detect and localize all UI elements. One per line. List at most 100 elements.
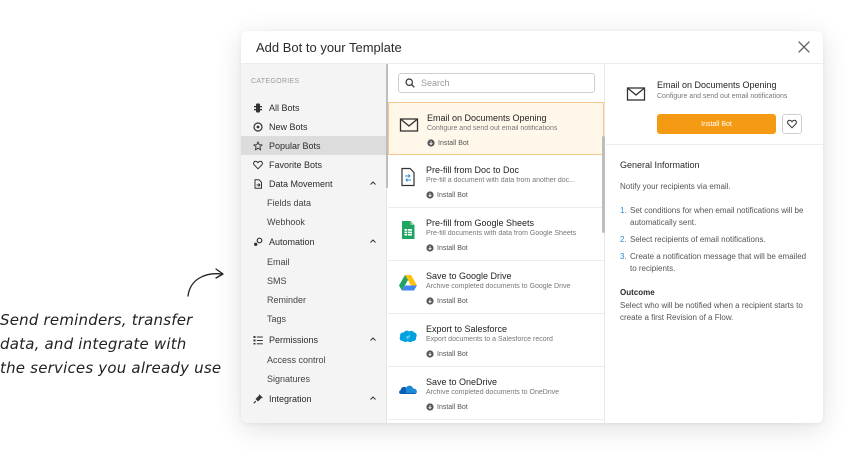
search-box — [398, 73, 595, 93]
install-bot-link[interactable]: Install Bot — [426, 403, 468, 411]
bot-description: Pre-fill documents with data from Google… — [426, 230, 577, 237]
annotation-line: data, and integrate with — [0, 335, 187, 353]
general-information-title: General Information — [620, 160, 700, 170]
automation-icon — [253, 237, 263, 247]
sidebar-subitem-email[interactable]: Email — [267, 257, 290, 267]
sidebar-item-label: Favorite Bots — [269, 159, 323, 170]
bot-item-pre-fill-doc-to-doc[interactable]: Pre-fill from Doc to Doc Pre-fill a docu… — [388, 155, 604, 208]
sidebar-item-permissions[interactable]: Permissions — [241, 330, 387, 349]
detail-title: Email on Documents Opening — [657, 80, 777, 90]
install-bot-link[interactable]: Install Bot — [426, 191, 468, 199]
sidebar-item-label: Permissions — [269, 334, 319, 345]
sidebar-item-favorite-bots[interactable]: Favorite Bots — [241, 155, 387, 174]
chevron-up-icon[interactable] — [369, 335, 377, 343]
bot-item-pre-fill-google-sheets[interactable]: Pre-fill from Google Sheets Pre-fill doc… — [388, 208, 604, 261]
outcome-title: Outcome — [620, 288, 655, 297]
data-movement-icon — [253, 178, 263, 189]
bot-detail-panel: Email on Documents Opening Configure and… — [606, 64, 823, 423]
sidebar-item-label: Integration — [269, 393, 312, 404]
bot-title: Pre-fill from Google Sheets — [426, 218, 535, 228]
sidebar-subitem-reminder[interactable]: Reminder — [267, 295, 306, 305]
chevron-up-icon[interactable] — [369, 394, 377, 402]
categories-heading: CATEGORIES — [251, 78, 300, 85]
install-bot-label: Install Bot — [437, 297, 468, 305]
bot-description: Archive completed documents to Google Dr… — [426, 283, 571, 290]
sidebar-item-new-bots[interactable]: New Bots — [241, 117, 387, 136]
stage: Send reminders, transfer data, and integ… — [0, 0, 863, 471]
sidebar-subitem-webhook[interactable]: Webhook — [267, 217, 305, 227]
bot-title: Email on Documents Opening — [427, 113, 547, 123]
sidebar-item-automation[interactable]: Automation — [241, 232, 387, 251]
sidebar-item-label: New Bots — [269, 121, 308, 132]
install-bot-button[interactable]: Install Bot — [657, 114, 776, 134]
sidebar-item-label: Automation — [269, 236, 315, 247]
setup-steps-list: 1. Set conditions for when email notifica… — [620, 205, 810, 280]
favorite-button[interactable] — [782, 114, 802, 134]
bot-item-save-to-google-drive[interactable]: Save to Google Drive Archive completed d… — [388, 261, 604, 314]
list-item: 2. Select recipients of email notificatio… — [620, 234, 810, 246]
annotation-line: the services you already use — [0, 359, 222, 377]
doc-to-doc-icon — [401, 167, 415, 187]
google-sheets-icon — [402, 221, 415, 239]
sidebar-item-label: Data Movement — [269, 178, 333, 189]
search-input[interactable] — [421, 78, 591, 88]
sidebar-subitem-sms[interactable]: SMS — [267, 276, 287, 286]
bot-title: Pre-fill from Doc to Doc — [426, 165, 520, 175]
bot-icon — [253, 103, 263, 113]
download-icon — [426, 244, 434, 252]
permissions-icon — [253, 335, 263, 345]
download-icon — [426, 191, 434, 199]
sidebar-item-popular-bots[interactable]: Popular Bots — [241, 136, 387, 155]
curved-arrow-icon — [187, 268, 224, 297]
install-bot-label: Install Bot — [437, 191, 468, 199]
list-item: 1. Set conditions for when email notifica… — [620, 205, 810, 229]
annotation-text: Send reminders, transfer data, and integ… — [0, 308, 225, 380]
bot-title: Save to Google Drive — [426, 271, 512, 281]
sidebar-item-data-movement[interactable]: Data Movement — [241, 174, 387, 193]
bot-description: Archive completed documents to OneDrive — [426, 389, 560, 396]
step-number: 2. — [620, 235, 627, 244]
download-icon — [426, 350, 434, 358]
onedrive-icon — [399, 385, 417, 394]
search-icon — [405, 78, 415, 88]
chevron-up-icon[interactable] — [369, 237, 377, 245]
bot-description: Pre-fill a document with data from anoth… — [426, 177, 576, 184]
google-drive-icon — [399, 275, 417, 291]
step-text: Create a notification message that will … — [630, 252, 807, 273]
star-icon — [253, 140, 263, 151]
heart-icon — [787, 119, 797, 129]
step-number: 3. — [620, 252, 627, 261]
categories-sidebar: CATEGORIES All Bots New Bots Popular Bot… — [241, 64, 387, 423]
outcome-text: Select who will be notified when a recip… — [620, 301, 803, 322]
sidebar-item-label: All Bots — [269, 102, 300, 113]
bot-list: Email on Documents Opening Configure and… — [388, 64, 605, 423]
install-bot-link[interactable]: Install Bot — [426, 297, 468, 305]
bot-title: Save to OneDrive — [426, 377, 498, 387]
step-number: 1. — [620, 206, 627, 215]
sidebar-item-label: Popular Bots — [269, 140, 321, 151]
install-bot-link[interactable]: Install Bot — [426, 244, 468, 252]
bot-item-email-on-documents-opening[interactable]: Email on Documents Opening Configure and… — [388, 102, 604, 155]
bot-list-scrollbar[interactable] — [602, 136, 605, 233]
bot-item-save-to-onedrive[interactable]: Save to OneDrive Archive completed docum… — [388, 367, 604, 420]
download-icon — [426, 403, 434, 411]
install-bot-label: Install Bot — [437, 403, 468, 411]
sidebar-subitem-fields-data[interactable]: Fields data — [267, 198, 311, 208]
step-text: Set conditions for when email notificati… — [630, 206, 804, 227]
sidebar-subitem-signatures[interactable]: Signatures — [267, 374, 310, 384]
sidebar-subitem-access-control[interactable]: Access control — [267, 355, 326, 365]
sidebar-subitem-tags[interactable]: Tags — [267, 314, 286, 324]
chevron-up-icon[interactable] — [369, 179, 377, 187]
install-bot-label: Install Bot — [437, 244, 468, 252]
step-text: Select recipients of email notifications… — [630, 235, 766, 244]
detail-header: Email on Documents Opening Configure and… — [606, 64, 823, 145]
install-bot-link[interactable]: Install Bot — [426, 350, 468, 358]
download-icon — [427, 139, 435, 147]
sidebar-item-integration[interactable]: Integration — [241, 389, 387, 408]
svg-text:sf: sf — [406, 335, 410, 340]
install-bot-link[interactable]: Install Bot — [427, 139, 469, 147]
detail-description: Configure and send out email notificatio… — [657, 93, 788, 100]
close-icon[interactable] — [797, 40, 811, 54]
sidebar-item-all-bots[interactable]: All Bots — [241, 98, 387, 117]
bot-item-export-to-salesforce[interactable]: sf Export to Salesforce Export documents… — [388, 314, 604, 367]
